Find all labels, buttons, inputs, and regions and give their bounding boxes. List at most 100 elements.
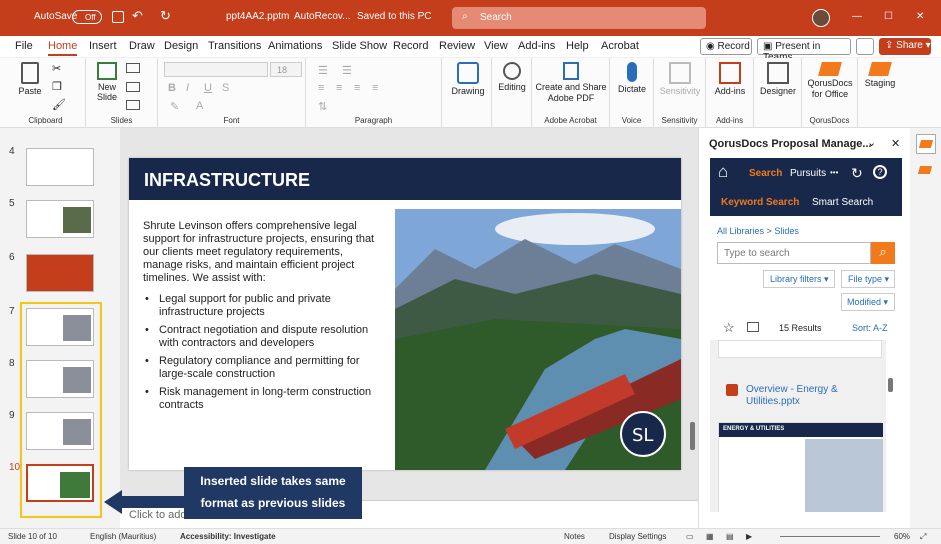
tab-home[interactable]: Home bbox=[48, 40, 78, 56]
home-icon[interactable]: ⌂ bbox=[718, 162, 728, 182]
reading-view-icon[interactable]: ▤ bbox=[726, 532, 734, 541]
zoom-slider[interactable] bbox=[780, 536, 880, 537]
library-filters-dropdown[interactable]: Library filters ▾ bbox=[763, 270, 835, 288]
tab-view[interactable]: View bbox=[484, 40, 508, 52]
breadcrumb-root[interactable]: All Libraries bbox=[717, 226, 764, 236]
editing-button[interactable]: Editing bbox=[492, 62, 532, 92]
close-icon[interactable]: ✕ bbox=[916, 11, 924, 22]
tab-help[interactable]: Help bbox=[566, 40, 589, 52]
record-button[interactable]: ◉ Record bbox=[700, 38, 752, 55]
share-button[interactable]: ⇪ Share ▾ bbox=[879, 38, 931, 55]
tab-keyword-search[interactable]: Keyword Search bbox=[721, 197, 799, 208]
align-center-icon[interactable]: ≡ bbox=[336, 82, 342, 94]
justify-icon[interactable]: ≡ bbox=[372, 82, 378, 94]
new-slide-button[interactable]: New Slide bbox=[90, 62, 124, 102]
nav-more[interactable]: ••• bbox=[830, 168, 838, 177]
maximize-icon[interactable]: ☐ bbox=[884, 11, 893, 22]
create-share-pdf-button[interactable]: Create and Share Adobe PDF bbox=[534, 62, 608, 104]
refresh-icon[interactable]: ↻ bbox=[851, 165, 863, 182]
slide-thumbnail-selected[interactable] bbox=[26, 464, 94, 502]
qorusdocs-button[interactable]: QorusDocs for Office bbox=[804, 62, 856, 100]
align-left-icon[interactable]: ≡ bbox=[318, 82, 324, 94]
addins-button[interactable]: Add-ins bbox=[708, 62, 752, 96]
tab-smart-search[interactable]: Smart Search bbox=[812, 197, 873, 208]
autosave-toggle[interactable]: Off bbox=[72, 10, 102, 24]
minimize-icon[interactable]: — bbox=[852, 11, 862, 22]
file-type-dropdown[interactable]: File type ▾ bbox=[841, 270, 895, 288]
slide-title[interactable]: INFRASTRUCTURE bbox=[144, 170, 310, 191]
vertical-scrollbar[interactable] bbox=[690, 422, 695, 450]
italic-icon[interactable]: I bbox=[186, 82, 189, 94]
comments-icon[interactable] bbox=[856, 38, 874, 55]
result-preview[interactable]: ENERGY & UTILITIES bbox=[718, 422, 883, 512]
slide-body-text[interactable]: Shrute Levinson offers comprehensive leg… bbox=[143, 220, 383, 417]
modified-dropdown[interactable]: Modified ▾ bbox=[841, 293, 895, 311]
slide-thumbnail[interactable] bbox=[26, 412, 94, 450]
result-title[interactable]: Overview - Energy & Utilities.pptx bbox=[746, 384, 866, 408]
cut-icon[interactable]: ✂ bbox=[52, 62, 61, 75]
tab-acrobat[interactable]: Acrobat bbox=[601, 40, 639, 52]
close-pane-icon[interactable]: ✕ bbox=[891, 137, 900, 150]
notes-button[interactable]: Notes bbox=[564, 532, 585, 541]
redo-icon[interactable]: ↻ bbox=[160, 8, 171, 24]
strikethrough-icon[interactable]: S bbox=[222, 82, 229, 94]
tab-transitions[interactable]: Transitions bbox=[208, 40, 261, 52]
copy-icon[interactable]: ❐ bbox=[52, 80, 62, 93]
highlight-icon[interactable]: ✎ bbox=[170, 100, 179, 113]
sorter-view-icon[interactable]: ▦ bbox=[706, 532, 714, 541]
designer-button[interactable]: Designer bbox=[756, 62, 800, 96]
slide-thumbnail[interactable] bbox=[26, 148, 94, 186]
paste-button[interactable]: Paste bbox=[10, 62, 50, 96]
bullets-icon[interactable]: ☰ bbox=[318, 64, 328, 77]
language-indicator[interactable]: English (Mauritius) bbox=[90, 532, 156, 541]
section-icon[interactable] bbox=[126, 100, 140, 110]
breadcrumb-leaf[interactable]: Slides bbox=[774, 226, 799, 236]
font-name-box[interactable] bbox=[164, 62, 268, 77]
normal-view-icon[interactable]: ▭ bbox=[686, 532, 694, 541]
fit-to-window-icon[interactable]: ⤢ bbox=[920, 532, 926, 542]
slideshow-view-icon[interactable]: ▶ bbox=[746, 532, 752, 541]
chevron-down-icon[interactable]: ⌄ bbox=[867, 136, 876, 149]
staging-sidebar-icon[interactable] bbox=[917, 166, 933, 174]
format-painter-icon[interactable]: 🖌 bbox=[52, 98, 66, 111]
accessibility-status[interactable]: Accessibility: Investigate bbox=[180, 532, 276, 541]
tab-insert[interactable]: Insert bbox=[89, 40, 117, 52]
avatar[interactable] bbox=[812, 9, 830, 27]
align-right-icon[interactable]: ≡ bbox=[354, 82, 360, 94]
tab-review[interactable]: Review bbox=[439, 40, 475, 52]
slide[interactable]: INFRASTRUCTURE Shrute Levinson offers co… bbox=[129, 158, 681, 470]
pane-scrollbar[interactable] bbox=[888, 378, 893, 392]
reset-icon[interactable] bbox=[126, 82, 140, 92]
pane-search-button[interactable]: ⌕ bbox=[871, 242, 895, 264]
slide-thumbnail[interactable] bbox=[26, 200, 94, 238]
result-preview-prev[interactable] bbox=[718, 340, 882, 358]
nav-pursuits[interactable]: Pursuits bbox=[790, 168, 826, 179]
numbering-icon[interactable]: ☰ bbox=[342, 64, 352, 77]
slide-thumbnail[interactable] bbox=[26, 360, 94, 398]
slide-thumbnail[interactable] bbox=[26, 254, 94, 292]
star-icon[interactable]: ☆ bbox=[723, 320, 735, 336]
tab-draw[interactable]: Draw bbox=[129, 40, 155, 52]
layout-icon[interactable] bbox=[126, 63, 140, 73]
tab-animations[interactable]: Animations bbox=[268, 40, 322, 52]
qorusdocs-sidebar-icon[interactable] bbox=[916, 134, 936, 154]
tab-file[interactable]: File bbox=[15, 40, 33, 52]
slide-thumbnail[interactable] bbox=[26, 308, 94, 346]
undo-icon[interactable]: ↶ bbox=[132, 8, 143, 24]
tab-record[interactable]: Record bbox=[393, 40, 428, 52]
font-color-icon[interactable]: A bbox=[196, 100, 203, 112]
dictate-button[interactable]: Dictate bbox=[612, 62, 652, 94]
staging-button[interactable]: Staging bbox=[858, 62, 902, 88]
save-icon[interactable] bbox=[112, 11, 124, 23]
underline-icon[interactable]: U bbox=[204, 82, 212, 94]
sort-control[interactable]: Sort: A-Z bbox=[852, 323, 888, 333]
text-direction-icon[interactable]: ⇅ bbox=[318, 100, 327, 113]
slide-photo[interactable]: SL bbox=[395, 209, 681, 470]
drawing-button[interactable]: Drawing bbox=[448, 62, 488, 96]
nav-search[interactable]: Search bbox=[749, 168, 782, 179]
tab-design[interactable]: Design bbox=[164, 40, 198, 52]
sensitivity-button[interactable]: Sensitivity bbox=[656, 62, 704, 96]
font-size-box[interactable]: 18 bbox=[270, 62, 302, 77]
slides-icon[interactable] bbox=[747, 322, 759, 332]
bold-icon[interactable]: B bbox=[168, 82, 176, 94]
